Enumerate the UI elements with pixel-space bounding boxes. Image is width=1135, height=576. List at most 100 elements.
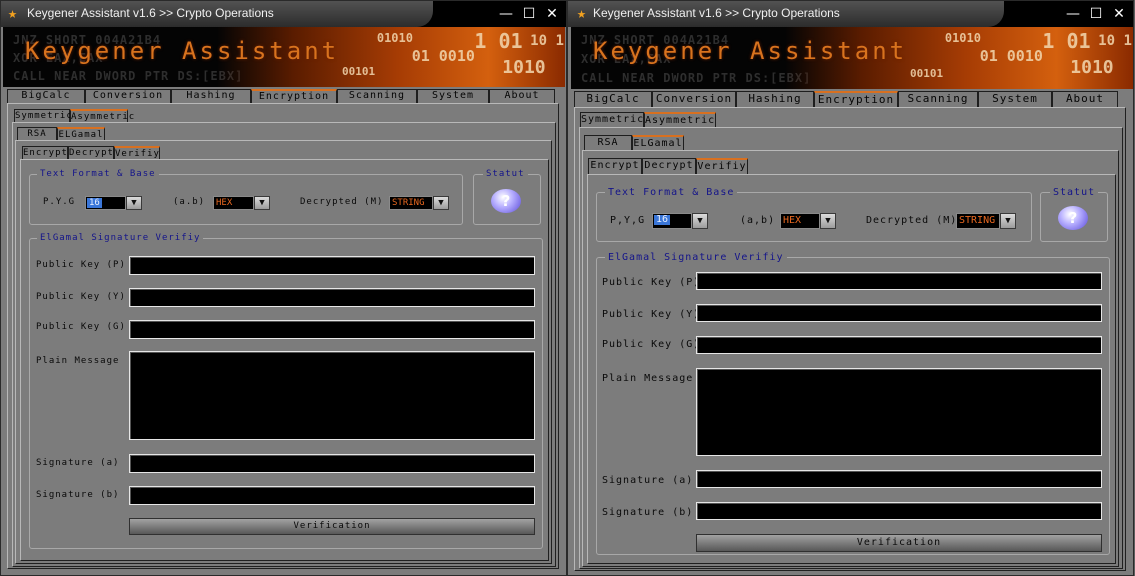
pyg-base-select[interactable]: 16 ▼ — [85, 196, 142, 210]
banner-bits: 1 01 — [1042, 29, 1091, 53]
public-key-y-label: Public Key (Y) — [602, 309, 701, 320]
cipher-type-tabs: Symmetric Asymmetric — [14, 109, 134, 123]
tab-encryption[interactable]: Encryption — [814, 91, 898, 107]
algorithm-tabs: RSA ELGamal — [17, 127, 105, 141]
tab-encrypt[interactable]: Encrypt — [588, 158, 642, 174]
decrypted-format-value: STRING — [392, 198, 425, 208]
cipher-type-tabs: Symmetric Asymmetric — [580, 112, 716, 127]
banner-asm-line: CALL NEAR DWORD PTR DS:[EBX] — [13, 69, 244, 83]
ab-base-select[interactable]: HEX ▼ — [780, 213, 836, 229]
public-key-g-input[interactable] — [696, 336, 1102, 354]
tab-symmetric[interactable]: Symmetric — [580, 112, 644, 127]
tab-encrypt[interactable]: Encrypt — [22, 146, 68, 160]
main-tab-bar: BigCalc Conversion Hashing Encryption Sc… — [7, 89, 555, 103]
chevron-down-icon[interactable]: ▼ — [126, 196, 142, 210]
verification-button[interactable]: Verification — [129, 518, 535, 535]
tab-hashing[interactable]: Hashing — [171, 89, 251, 103]
decrypted-label: Decrypted (M) — [300, 197, 384, 207]
maximize-button[interactable]: ☐ — [1087, 5, 1105, 23]
tab-about[interactable]: About — [1052, 91, 1118, 107]
tab-hashing[interactable]: Hashing — [736, 91, 814, 107]
keygener-window-large: ★ Keygener Assistant v1.6 >> Crypto Oper… — [567, 0, 1134, 576]
tab-bigcalc[interactable]: BigCalc — [7, 89, 85, 103]
tab-scanning[interactable]: Scanning — [337, 89, 417, 103]
signature-b-input[interactable] — [696, 502, 1102, 520]
public-key-y-input[interactable] — [696, 304, 1102, 322]
chevron-down-icon[interactable]: ▼ — [820, 213, 836, 229]
text-format-group-title: Text Format & Base — [605, 187, 738, 198]
tab-elgamal[interactable]: ELGamal — [57, 127, 105, 141]
plain-message-textarea[interactable] — [129, 351, 535, 440]
close-button[interactable]: ✕ — [543, 5, 561, 23]
minimize-button[interactable]: — — [497, 5, 515, 23]
help-icon[interactable]: ? — [1058, 206, 1088, 230]
public-key-p-input[interactable] — [129, 256, 535, 275]
signature-a-input[interactable] — [696, 470, 1102, 488]
signature-a-input[interactable] — [129, 454, 535, 473]
tab-system[interactable]: System — [417, 89, 489, 103]
tab-scanning[interactable]: Scanning — [898, 91, 978, 107]
title-bar[interactable]: ★ Keygener Assistant v1.6 >> Crypto Oper… — [1, 1, 566, 27]
plain-message-textarea[interactable] — [696, 368, 1102, 456]
ab-label: (a.b) — [173, 197, 206, 207]
tab-elgamal[interactable]: ELGamal — [632, 135, 684, 150]
banner-bits: 01 0010 — [411, 47, 475, 65]
signature-a-label: Signature (a) — [36, 458, 120, 468]
banner: JNZ SHORT 004A21B4 XOR EAX,EAX CALL NEAR… — [571, 27, 1133, 89]
chevron-down-icon[interactable]: ▼ — [1000, 213, 1016, 229]
tab-rsa[interactable]: RSA — [584, 135, 632, 150]
tab-bigcalc[interactable]: BigCalc — [574, 91, 652, 107]
pyg-base-value: 16 — [87, 198, 102, 208]
tab-conversion[interactable]: Conversion — [85, 89, 171, 103]
decrypted-format-select[interactable]: STRING ▼ — [389, 196, 449, 210]
signature-b-label: Signature (b) — [36, 490, 120, 500]
tab-system[interactable]: System — [978, 91, 1052, 107]
main-tab-bar: BigCalc Conversion Hashing Encryption Sc… — [574, 91, 1118, 107]
decrypted-format-select[interactable]: STRING ▼ — [956, 213, 1016, 229]
statut-title: Statut — [1050, 187, 1099, 198]
tab-asymmetric[interactable]: Asymmetric — [70, 109, 134, 123]
ab-label: (a,b) — [740, 215, 776, 226]
tab-decrypt[interactable]: Decrypt — [68, 146, 114, 160]
banner-bits: 00101 — [342, 65, 376, 78]
operation-tabs: Encrypt Decrypt Verifiy — [588, 158, 748, 174]
tab-decrypt[interactable]: Decrypt — [642, 158, 696, 174]
tab-verify[interactable]: Verifiy — [696, 158, 748, 174]
minimize-button[interactable]: — — [1064, 5, 1082, 23]
public-key-g-input[interactable] — [129, 320, 535, 339]
tab-symmetric[interactable]: Symmetric — [14, 109, 72, 123]
tab-verify[interactable]: Verifiy — [114, 146, 160, 160]
verification-button[interactable]: Verification — [696, 534, 1102, 552]
window-title: Keygener Assistant v1.6 >> Crypto Operat… — [27, 6, 274, 20]
signature-b-input[interactable] — [129, 486, 535, 505]
tab-conversion[interactable]: Conversion — [652, 91, 736, 107]
banner-asm-line: CALL NEAR DWORD PTR DS:[EBX] — [581, 71, 812, 85]
ab-base-select[interactable]: HEX ▼ — [213, 196, 270, 210]
public-key-y-label: Public Key (Y) — [36, 292, 126, 302]
public-key-y-input[interactable] — [129, 288, 535, 307]
signature-verify-group-title: ElGamal Signature Verifiy — [37, 233, 204, 244]
banner-app-title: Keygener Assistant — [25, 37, 340, 65]
tab-asymmetric[interactable]: Asymmetric — [644, 112, 716, 127]
chevron-down-icon[interactable]: ▼ — [692, 213, 708, 229]
tab-rsa[interactable]: RSA — [17, 127, 57, 141]
tab-encryption[interactable]: Encryption — [251, 89, 337, 103]
public-key-p-input[interactable] — [696, 272, 1102, 290]
close-button[interactable]: ✕ — [1110, 5, 1128, 23]
help-icon[interactable]: ? — [491, 189, 521, 213]
title-bar[interactable]: ★ Keygener Assistant v1.6 >> Crypto Oper… — [568, 1, 1133, 27]
banner-bits: 10 1 — [1098, 33, 1132, 49]
pyg-base-select[interactable]: 16 ▼ — [652, 213, 708, 229]
banner-bits: 1 01 — [474, 29, 523, 53]
plain-message-label: Plain Message — [602, 373, 694, 384]
chevron-down-icon[interactable]: ▼ — [254, 196, 270, 210]
chevron-down-icon[interactable]: ▼ — [433, 196, 449, 210]
banner: JNZ SHORT 004A21B4 XOR EAX,EAX CALL NEAR… — [3, 27, 565, 87]
tab-about[interactable]: About — [489, 89, 555, 103]
ab-base-value: HEX — [783, 215, 802, 226]
decrypted-format-value: STRING — [959, 215, 996, 226]
signature-verify-group-title: ElGamal Signature Verifiy — [605, 252, 787, 263]
maximize-button[interactable]: ☐ — [520, 5, 538, 23]
signature-b-label: Signature (b) — [602, 507, 694, 518]
public-key-p-label: Public Key (P) — [36, 260, 126, 270]
